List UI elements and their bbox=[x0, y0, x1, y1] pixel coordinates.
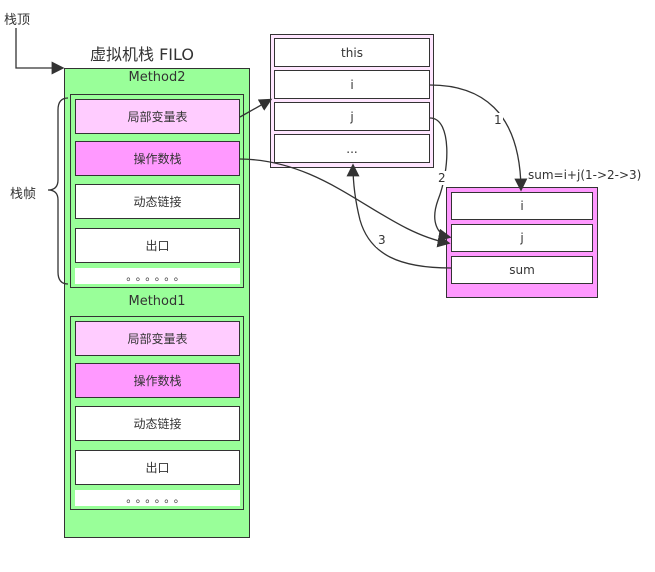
stack-frame-brace bbox=[47, 97, 69, 285]
local-vars-link-arrow bbox=[239, 98, 273, 118]
stack-top-arrow bbox=[15, 28, 65, 75]
connector-layer: 1 2 3 bbox=[15, 28, 528, 285]
arrow-label-1: 1 bbox=[494, 113, 502, 127]
operand-link-arrow bbox=[239, 158, 451, 248]
arrow-label-3: 3 bbox=[378, 233, 386, 247]
arrow-label-2: 2 bbox=[438, 171, 446, 185]
